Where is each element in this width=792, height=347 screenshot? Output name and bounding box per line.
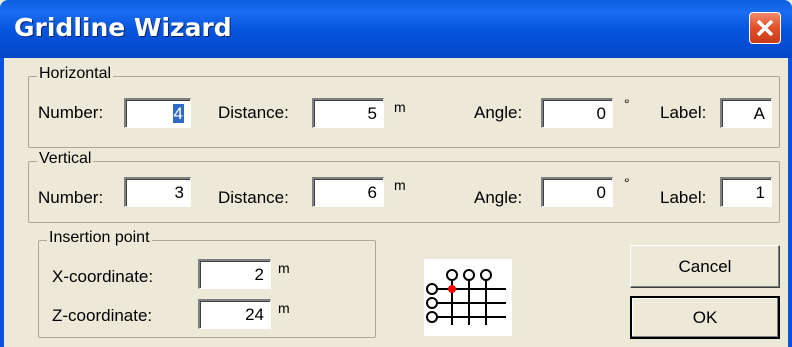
vertical-angle-label: Angle:	[474, 188, 523, 207]
ok-button[interactable]: OK	[630, 296, 780, 339]
vertical-legend: Vertical	[37, 150, 94, 168]
insertion-point-marker	[448, 285, 456, 293]
vertical-number-input[interactable]: 3	[124, 177, 191, 207]
close-icon	[756, 19, 774, 37]
x-coordinate-input[interactable]: 2	[198, 259, 271, 289]
insertion-point-legend: Insertion point	[47, 229, 152, 247]
vertical-number-label: Number:	[38, 188, 104, 207]
x-coordinate-unit: m	[278, 260, 290, 276]
horizontal-angle-label: Angle:	[474, 103, 523, 122]
vertical-angle-unit: °	[624, 175, 630, 191]
close-button[interactable]	[749, 12, 781, 44]
window-frame-left	[0, 58, 4, 347]
vertical-angle-input[interactable]: 0	[541, 177, 613, 207]
gridline-wizard-dialog: Gridline Wizard Horizontal Number: 4 Dis…	[0, 0, 792, 347]
horizontal-angle-unit: °	[624, 96, 630, 112]
horizontal-distance-label: Distance:	[218, 103, 289, 122]
horizontal-label-label: Label:	[660, 103, 707, 122]
z-coordinate-input[interactable]: 24	[198, 299, 271, 329]
horizontal-legend: Horizontal	[37, 65, 114, 83]
vertical-distance-label: Distance:	[218, 188, 289, 207]
horizontal-angle-input[interactable]: 0	[541, 98, 613, 128]
horizontal-distance-unit: m	[394, 99, 406, 115]
vertical-label-input[interactable]: 1	[720, 177, 772, 207]
window-frame-right	[788, 58, 792, 347]
z-coordinate-label: Z-coordinate:	[52, 306, 153, 325]
title-bar[interactable]: Gridline Wizard	[0, 0, 792, 58]
window-title: Gridline Wizard	[14, 13, 232, 42]
x-coordinate-label: X-coordinate:	[52, 267, 154, 286]
horizontal-number-value: 4	[172, 104, 184, 123]
horizontal-distance-input[interactable]: 5	[312, 98, 384, 128]
z-coordinate-unit: m	[278, 300, 290, 316]
horizontal-number-input[interactable]: 4	[124, 98, 191, 128]
vertical-distance-input[interactable]: 6	[312, 177, 384, 207]
vertical-distance-unit: m	[394, 177, 406, 193]
grid-preview	[424, 259, 512, 336]
horizontal-label-input[interactable]: A	[720, 98, 772, 128]
vertical-label-label: Label:	[660, 188, 707, 207]
gridline-preview-icon	[426, 269, 506, 325]
horizontal-number-label: Number:	[38, 103, 104, 122]
cancel-button[interactable]: Cancel	[630, 245, 780, 288]
